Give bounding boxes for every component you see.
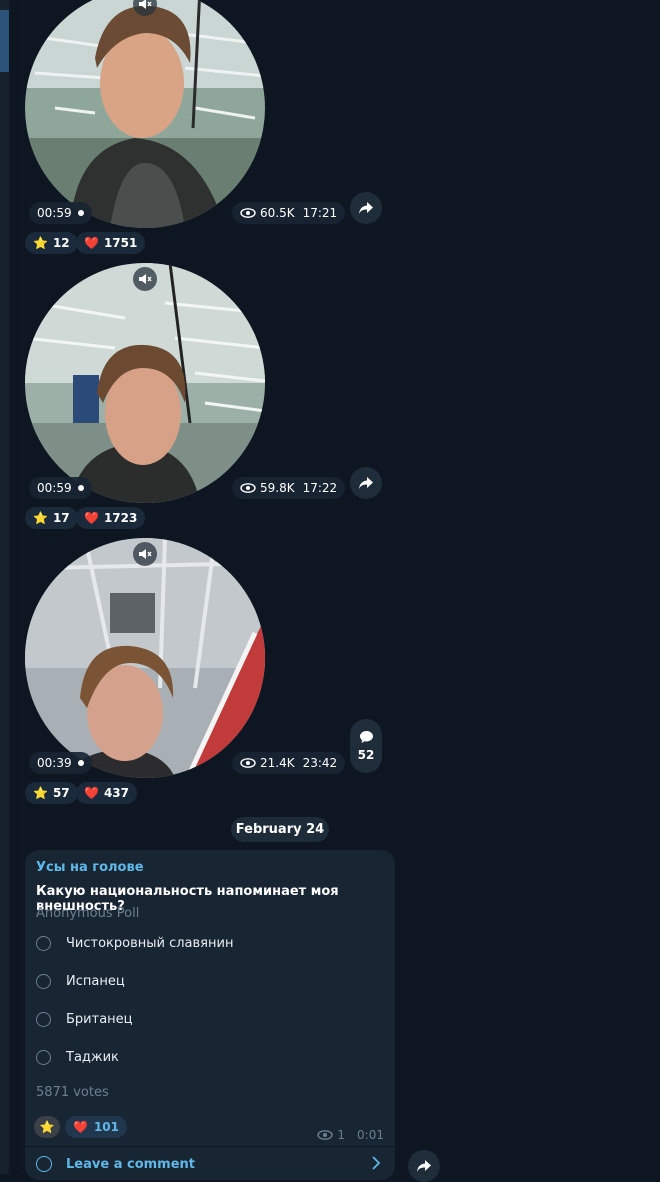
- radio-icon[interactable]: [36, 935, 51, 951]
- share-button[interactable]: [350, 192, 382, 224]
- star-icon: ⭐: [33, 511, 48, 525]
- view-count: 21.4K: [260, 756, 295, 770]
- poll-option-label: Британец: [66, 1011, 133, 1027]
- radio-icon[interactable]: [36, 973, 51, 989]
- leave-comment-label: Leave a comment: [66, 1156, 196, 1172]
- duration-text: 00:39: [37, 756, 72, 770]
- message-meta: 21.4K 23:42: [232, 752, 346, 774]
- eye-icon: [240, 483, 256, 493]
- view-count: 59.8K: [260, 481, 295, 495]
- eye-icon: [240, 208, 256, 218]
- reaction-count: 101: [93, 1120, 120, 1134]
- poll-option[interactable]: Британец: [36, 1009, 133, 1029]
- share-button[interactable]: [350, 467, 382, 499]
- reaction-heart[interactable]: ❤️ 437: [76, 782, 138, 804]
- mute-icon[interactable]: [133, 267, 157, 291]
- message-time: 0:01: [357, 1128, 384, 1142]
- reaction-count: 57: [52, 786, 70, 800]
- reaction-count: 437: [103, 786, 130, 800]
- poll-option[interactable]: Испанец: [36, 971, 125, 991]
- unplayed-dot: [77, 760, 84, 766]
- comment-count: 52: [357, 748, 375, 762]
- video-duration: 00:39: [29, 752, 92, 774]
- reaction-count: 17: [52, 511, 70, 525]
- message-time: 17:22: [302, 481, 338, 495]
- chevron-right-icon[interactable]: [371, 1156, 381, 1170]
- poll-option-label: Чистокровный славянин: [66, 935, 234, 951]
- leave-comment-button[interactable]: Leave a comment: [36, 1156, 195, 1172]
- unplayed-dot: [77, 210, 84, 216]
- view-count: 1: [337, 1128, 346, 1142]
- eye-icon: [240, 758, 256, 768]
- video-message: 00:59 60.5K 17:21 ⭐ 12 ❤️ 1751: [25, 0, 385, 258]
- active-chat-indicator: [0, 10, 9, 72]
- heart-icon: ❤️: [73, 1120, 88, 1134]
- share-button[interactable]: [408, 1150, 440, 1182]
- unplayed-dot: [77, 485, 84, 491]
- poll-option-label: Испанец: [66, 973, 125, 989]
- duration-text: 00:59: [37, 481, 72, 495]
- heart-icon: ❤️: [84, 786, 99, 800]
- star-icon: ⭐: [33, 786, 48, 800]
- video-duration: 00:59: [29, 477, 92, 499]
- video-circle[interactable]: [25, 538, 265, 778]
- heart-icon: ❤️: [84, 511, 99, 525]
- video-message: 00:39 21.4K 23:42 52 ⭐ 57 ❤️ 437: [25, 538, 385, 808]
- star-icon: ⭐: [39, 1120, 55, 1134]
- reaction-count: 1751: [103, 236, 138, 250]
- view-count: 60.5K: [260, 206, 295, 220]
- reaction-count: 1723: [103, 511, 138, 525]
- channel-name[interactable]: Усы на голове: [36, 860, 144, 875]
- message-time: 23:42: [302, 756, 338, 770]
- poll-option[interactable]: Таджик: [36, 1047, 119, 1067]
- reaction-star[interactable]: ⭐ 17: [25, 507, 78, 529]
- video-duration: 00:59: [29, 202, 92, 224]
- comment-circle-icon: [36, 1156, 52, 1172]
- star-icon: ⭐: [33, 236, 48, 250]
- radio-icon[interactable]: [36, 1011, 51, 1027]
- share-icon: [417, 1160, 431, 1172]
- message-meta: 60.5K 17:21: [232, 202, 346, 224]
- message-time: 17:21: [302, 206, 338, 220]
- reaction-heart[interactable]: ❤️ 1723: [76, 507, 146, 529]
- comment-divider: [25, 1146, 395, 1147]
- date-separator: February 24: [231, 817, 329, 842]
- reaction-star[interactable]: ⭐ 12: [25, 232, 78, 254]
- mute-icon[interactable]: [133, 542, 157, 566]
- comment-icon: [359, 731, 373, 743]
- poll-votes: 5871 votes: [36, 1085, 109, 1100]
- poll-option[interactable]: Чистокровный славянин: [36, 933, 233, 953]
- reaction-star[interactable]: ⭐ 57: [25, 782, 78, 804]
- panel-divider: [22, 0, 23, 1174]
- radio-icon[interactable]: [36, 1049, 51, 1065]
- share-icon: [359, 477, 373, 489]
- reaction-count: 12: [52, 236, 70, 250]
- poll-option-label: Таджик: [66, 1049, 119, 1065]
- duration-text: 00:59: [37, 206, 72, 220]
- video-circle[interactable]: [25, 0, 265, 228]
- message-meta: 1 0:01: [317, 1128, 384, 1142]
- poll-type: Anonymous Poll: [36, 906, 140, 921]
- reaction-heart[interactable]: ❤️ 101: [65, 1116, 128, 1138]
- heart-icon: ❤️: [84, 236, 99, 250]
- video-message: 00:59 59.8K 17:22 ⭐ 17 ❤️ 1723: [25, 263, 385, 533]
- chat-list-edge: [0, 0, 9, 1174]
- comments-button[interactable]: 52: [350, 719, 382, 773]
- message-meta: 59.8K 17:22: [232, 477, 346, 499]
- reaction-heart[interactable]: ❤️ 1751: [76, 232, 146, 254]
- reaction-star[interactable]: ⭐: [34, 1116, 60, 1138]
- poll-message: Усы на голове Какую национальность напом…: [25, 850, 395, 1180]
- video-circle[interactable]: [25, 263, 265, 503]
- share-icon: [359, 202, 373, 214]
- eye-icon: [317, 1130, 334, 1140]
